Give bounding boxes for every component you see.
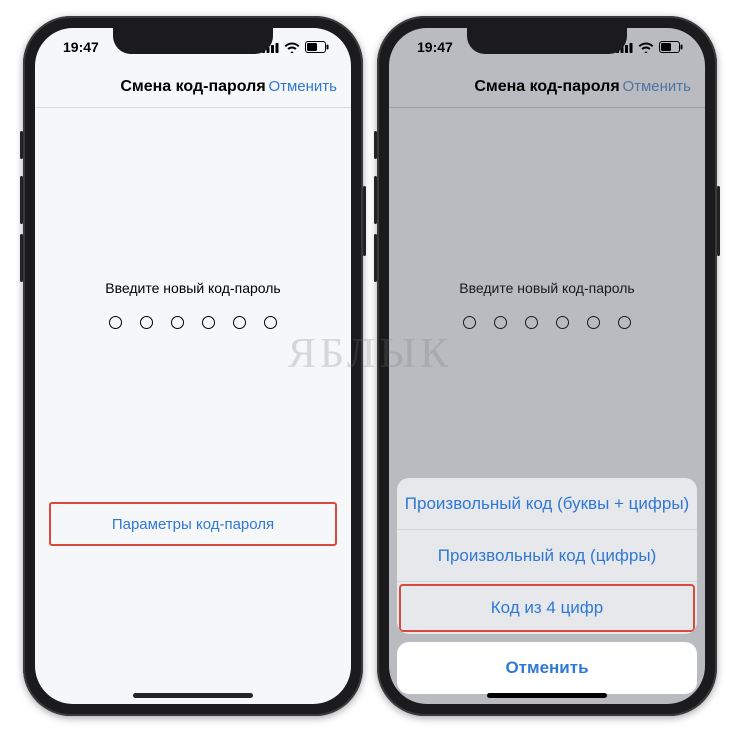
- passcode-dot: [618, 316, 631, 329]
- nav-bar: Смена код-пароля Отменить: [35, 66, 351, 108]
- notch: [467, 28, 627, 54]
- status-time: 19:47: [63, 39, 99, 55]
- notch: [113, 28, 273, 54]
- option-4-digit[interactable]: Код из 4 цифр: [397, 582, 697, 634]
- passcode-options-button[interactable]: Параметры код-пароля: [49, 502, 337, 546]
- passcode-prompt: Введите новый код-пароль: [35, 280, 351, 296]
- passcode-dot: [171, 316, 184, 329]
- battery-icon: [659, 41, 683, 53]
- action-sheet-cancel[interactable]: Отменить: [397, 642, 697, 694]
- action-sheet-options: Произвольный код (буквы + цифры) Произво…: [397, 478, 697, 634]
- passcode-dot: [233, 316, 246, 329]
- passcode-dots[interactable]: [389, 316, 705, 329]
- passcode-dot: [109, 316, 122, 329]
- battery-icon: [305, 41, 329, 53]
- phone-frame-left: 19:47 Смена код-пароля Отменить Введите …: [23, 16, 363, 716]
- status-icons: [262, 41, 329, 53]
- nav-cancel-button[interactable]: Отменить: [622, 66, 691, 107]
- passcode-dot: [494, 316, 507, 329]
- passcode-dot: [556, 316, 569, 329]
- nav-title: Смена код-пароля: [120, 78, 265, 96]
- home-indicator[interactable]: [487, 693, 607, 698]
- phone-frame-right: 19:47 Смена код-пароля Отменить Введите …: [377, 16, 717, 716]
- status-icons: [616, 41, 683, 53]
- status-time: 19:47: [417, 39, 453, 55]
- passcode-dot: [140, 316, 153, 329]
- passcode-dot: [202, 316, 215, 329]
- passcode-dots[interactable]: [35, 316, 351, 329]
- nav-bar: Смена код-пароля Отменить: [389, 66, 705, 108]
- screen-left: 19:47 Смена код-пароля Отменить Введите …: [35, 28, 351, 704]
- home-indicator[interactable]: [133, 693, 253, 698]
- action-sheet: Произвольный код (буквы + цифры) Произво…: [397, 478, 697, 694]
- passcode-prompt: Введите новый код-пароль: [389, 280, 705, 296]
- nav-cancel-button[interactable]: Отменить: [268, 66, 337, 107]
- option-alphanumeric[interactable]: Произвольный код (буквы + цифры): [397, 478, 697, 530]
- screen-right: 19:47 Смена код-пароля Отменить Введите …: [389, 28, 705, 704]
- wifi-icon: [284, 42, 300, 53]
- passcode-dot: [264, 316, 277, 329]
- passcode-dot: [463, 316, 476, 329]
- passcode-dot: [525, 316, 538, 329]
- wifi-icon: [638, 42, 654, 53]
- option-numeric[interactable]: Произвольный код (цифры): [397, 530, 697, 582]
- nav-title: Смена код-пароля: [474, 78, 619, 96]
- content-area: Введите новый код-пароль Параметры код-п…: [389, 108, 705, 704]
- passcode-dot: [587, 316, 600, 329]
- content-area: Введите новый код-пароль Параметры код-п…: [35, 108, 351, 704]
